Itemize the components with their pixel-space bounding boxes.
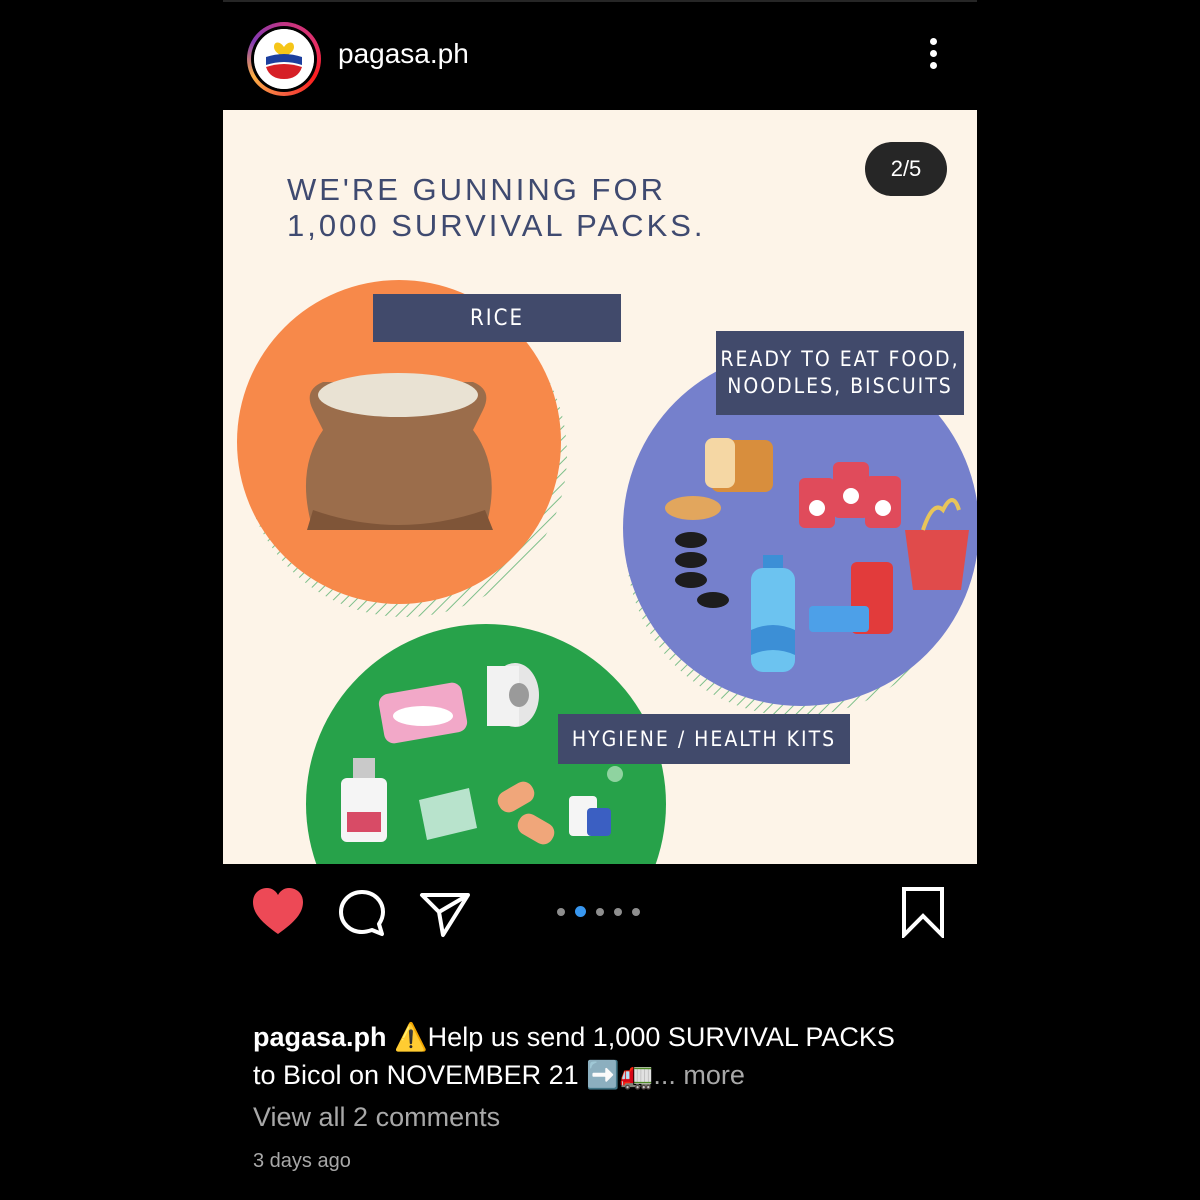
- carousel-dot: [557, 907, 565, 916]
- post-caption: pagasa.ph ⚠️Help us send 1,000 SURVIVAL …: [253, 1018, 953, 1094]
- carousel-dot-active: [575, 906, 586, 917]
- carousel-dot: [596, 907, 604, 916]
- carousel-indicator: [557, 906, 640, 917]
- bookmark-icon[interactable]: [901, 886, 945, 938]
- label-ready-to-eat: READY TO EAT FOOD, NOODLES, BISCUITS: [716, 331, 964, 415]
- caption-more-link[interactable]: ... more: [653, 1060, 745, 1090]
- toilet-paper-icon: [487, 663, 539, 727]
- header-username[interactable]: pagasa.ph: [338, 38, 469, 70]
- view-comments-link[interactable]: View all 2 comments: [253, 1102, 500, 1133]
- water-bottle-icon: [751, 555, 795, 672]
- label-rice: RICE: [373, 294, 621, 342]
- caption-username[interactable]: pagasa.ph: [253, 1022, 387, 1052]
- caption-text-line1: ⚠️Help us send 1,000 SURVIVAL PACKS: [394, 1022, 895, 1052]
- carousel-dot: [614, 907, 622, 916]
- action-bar: [223, 870, 977, 960]
- caption-text-line2: to Bicol on NOVEMBER 21 ➡️🚛: [253, 1060, 654, 1090]
- post-header: pagasa.ph: [223, 0, 977, 110]
- carousel-counter: 2/5: [865, 142, 947, 196]
- carousel-dot: [632, 907, 640, 916]
- send-icon[interactable]: [419, 890, 471, 938]
- avatar[interactable]: [247, 22, 321, 96]
- pagasa-logo-icon: [254, 29, 314, 89]
- rice-sack-icon: [305, 373, 493, 530]
- more-vertical-icon[interactable]: [927, 38, 939, 74]
- post-timestamp: 3 days ago: [253, 1150, 351, 1172]
- label-hygiene: HYGIENE / HEALTH KITS: [558, 714, 850, 764]
- comment-icon[interactable]: [337, 888, 387, 938]
- post-headline: WE'RE GUNNING FOR 1,000 SURVIVAL PACKS.: [287, 172, 706, 243]
- heart-filled-icon[interactable]: [251, 886, 305, 938]
- post-image[interactable]: 2/5 WE'RE GUNNING FOR 1,000 SURVIVAL PAC…: [223, 110, 977, 864]
